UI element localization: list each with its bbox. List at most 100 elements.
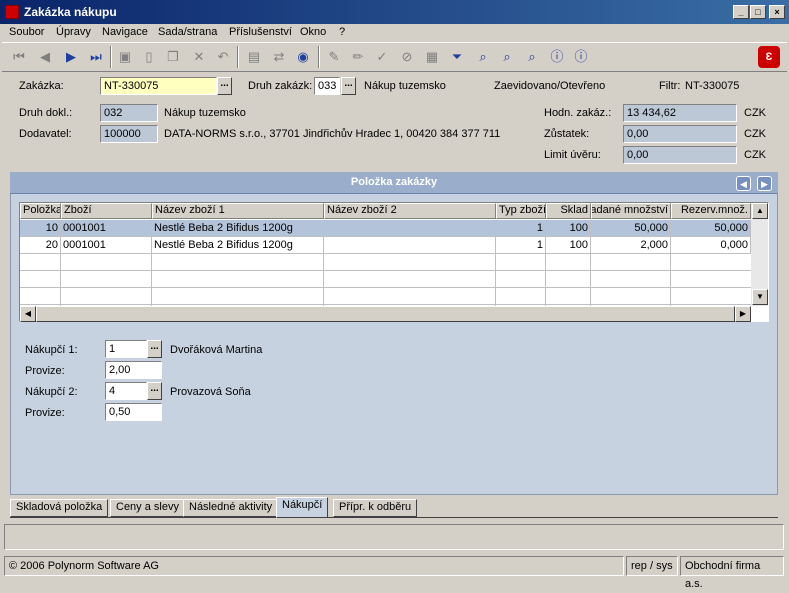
new-icon[interactable]: ▯: [138, 46, 160, 68]
empty-row: [20, 288, 751, 305]
toolbar-separator: [110, 46, 112, 68]
nakupci2-name: Provazová Soňa: [170, 386, 251, 398]
save-icon[interactable]: ▣: [114, 46, 136, 68]
panel-prev-button[interactable]: ◀: [736, 176, 751, 191]
col-header-nazev2[interactable]: Název zboží 2: [324, 203, 496, 219]
table-cell[interactable]: 20: [20, 237, 61, 254]
scroll-right-button[interactable]: ▶: [735, 306, 751, 322]
col-header-nazev1[interactable]: Název zboží 1: [152, 203, 324, 219]
table-cell[interactable]: 0,000: [671, 237, 751, 254]
info-icon[interactable]: ⓘ: [546, 46, 568, 68]
minimize-button[interactable]: _: [733, 5, 749, 19]
tab-nakupci[interactable]: Nákupčí: [276, 497, 329, 518]
zustatek-field: 0,00: [623, 125, 737, 143]
title-bar: [0, 0, 789, 24]
table-cell[interactable]: [324, 220, 496, 237]
status-copyright: © 2006 Polynorm Software AG: [4, 556, 624, 576]
grid-line: [60, 254, 61, 306]
menu-sada-strana[interactable]: Sada/strana: [158, 26, 217, 38]
scroll-left-button[interactable]: ◀: [20, 306, 36, 322]
grid-line: [590, 254, 591, 306]
filter-icon[interactable]: ⏷: [446, 46, 468, 68]
table-cell[interactable]: 50,000: [591, 220, 671, 237]
filter-value: NT-330075: [685, 80, 740, 92]
table-cell[interactable]: 2,000: [591, 237, 671, 254]
table-cell[interactable]: [324, 237, 496, 254]
close-button[interactable]: ×: [769, 5, 785, 19]
col-header-sklad[interactable]: Sklad: [546, 203, 591, 219]
col-header-typ[interactable]: Typ zboží: [496, 203, 546, 219]
scroll-down-button[interactable]: ▼: [752, 289, 768, 305]
next-record-icon[interactable]: ▶: [60, 46, 82, 68]
zoom-icon[interactable]: ⌕: [496, 46, 518, 68]
druh-zakazk-label: Druh zakázk:: [248, 80, 313, 92]
tab-ceny-a-slevy[interactable]: Ceny a slevy: [110, 499, 185, 517]
export-icon[interactable]: ⇄: [268, 46, 290, 68]
copy-icon[interactable]: ❐: [162, 46, 184, 68]
table-cell[interactable]: 1: [496, 220, 546, 237]
zakazka-label: Zakázka:: [19, 80, 64, 92]
table-cell[interactable]: 50,000: [671, 220, 751, 237]
limit-uveru-label: Limit úvěru:: [544, 149, 601, 161]
scroll-thumb[interactable]: [36, 306, 735, 322]
table-cell[interactable]: Nestlé Beba 2 Bifidus 1200g: [152, 220, 324, 237]
dodavatel-label: Dodavatel:: [19, 128, 72, 140]
calculator-icon[interactable]: ▦: [421, 46, 443, 68]
help-icon[interactable]: ⓘ: [570, 46, 592, 68]
pencil-icon[interactable]: ✏: [347, 46, 369, 68]
table-cell[interactable]: Nestlé Beba 2 Bifidus 1200g: [152, 237, 324, 254]
zakazka-input[interactable]: NT-330075: [100, 77, 217, 95]
provize2-input[interactable]: 0,50: [105, 403, 162, 421]
empty-row: [20, 254, 751, 271]
tab-nasledne-aktivity[interactable]: Následné aktivity: [183, 499, 279, 517]
menu-okno[interactable]: Okno: [300, 26, 326, 38]
table-cell[interactable]: 0001001: [61, 220, 152, 237]
message-area: [4, 524, 784, 550]
nakupci1-lookup-button[interactable]: ...: [147, 340, 162, 358]
menu-upravy[interactable]: Úpravy: [56, 26, 91, 38]
table-cell[interactable]: 1: [496, 237, 546, 254]
col-header-rezerv[interactable]: Rezerv.množ.: [671, 203, 751, 219]
druh-zakazk-input[interactable]: 033: [314, 77, 340, 95]
table-cell[interactable]: 100: [546, 220, 591, 237]
globe-icon[interactable]: ◉: [292, 46, 314, 68]
zustatek-currency: CZK: [744, 128, 766, 140]
print-icon[interactable]: ▤: [243, 46, 265, 68]
table-cell[interactable]: 10: [20, 220, 61, 237]
table-cell[interactable]: 100: [546, 237, 591, 254]
provize1-input[interactable]: 2,00: [105, 361, 162, 379]
menu-navigace[interactable]: Navigace: [102, 26, 148, 38]
table-cell[interactable]: 0001001: [61, 237, 152, 254]
undo-icon[interactable]: ↶: [212, 46, 234, 68]
tab-skladova-polozka[interactable]: Skladová položka: [10, 499, 109, 517]
delete-icon[interactable]: ✕: [188, 46, 210, 68]
scroll-up-button[interactable]: ▲: [752, 203, 768, 219]
last-record-icon[interactable]: ⏭: [85, 46, 107, 68]
menu-soubor[interactable]: Soubor: [9, 26, 44, 38]
hodn-currency: CZK: [744, 107, 766, 119]
search-icon[interactable]: ⌕: [472, 46, 494, 68]
druh-dokl-label: Druh dokl.:: [19, 107, 73, 119]
previous-record-icon[interactable]: ◀: [34, 46, 56, 68]
col-header-zadane[interactable]: Zadané množství: [591, 203, 671, 219]
menu-prislusenstvi[interactable]: Příslušenství: [229, 26, 292, 38]
druh-zakazk-lookup-button[interactable]: ...: [341, 77, 356, 95]
check-icon[interactable]: ✓: [371, 46, 393, 68]
first-record-icon[interactable]: ⏮: [8, 46, 30, 68]
filter-off-icon[interactable]: ⊘: [396, 46, 418, 68]
menu-help[interactable]: ?: [339, 26, 345, 38]
find-icon[interactable]: ⌕: [521, 46, 543, 68]
col-header-polozka[interactable]: Položka: [20, 203, 61, 219]
nakupci2-lookup-button[interactable]: ...: [147, 382, 162, 400]
nakupci1-input[interactable]: 1: [105, 340, 147, 358]
nakupci1-name: Dvořáková Martina: [170, 344, 263, 356]
brand-logo: Ɛ: [758, 46, 780, 68]
nakupci2-input[interactable]: 4: [105, 382, 147, 400]
app-icon: [5, 5, 19, 19]
maximize-button[interactable]: □: [750, 5, 766, 19]
panel-next-button[interactable]: ▶: [757, 176, 772, 191]
edit-icon[interactable]: ✎: [323, 46, 345, 68]
zakazka-lookup-button[interactable]: ...: [217, 77, 232, 95]
tab-pripr-k-odberu[interactable]: Přípr. k odběru: [333, 499, 418, 517]
col-header-zbozi[interactable]: Zboží: [61, 203, 152, 219]
